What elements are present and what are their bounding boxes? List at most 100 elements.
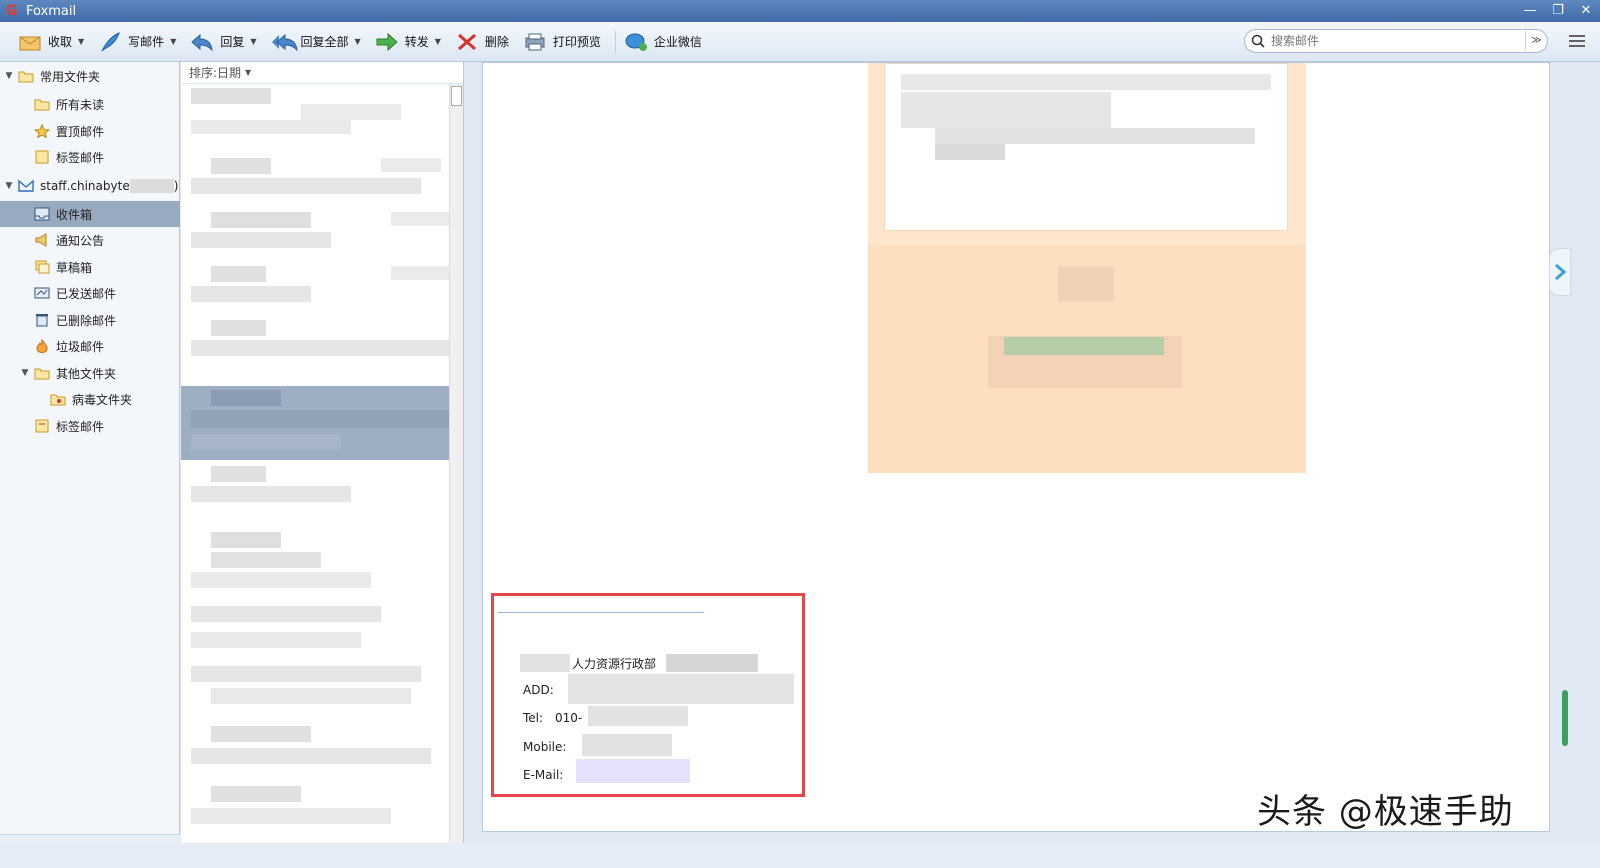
- folder-common[interactable]: ▼ 常用文件夹: [0, 63, 180, 89]
- title-bar: G Foxmail — ❐ ✕: [0, 0, 1600, 22]
- folder-virus[interactable]: 病毒文件夹: [0, 386, 180, 412]
- mail-row[interactable]: [181, 152, 463, 204]
- watermark-text: 头条 @极速手助: [1257, 792, 1514, 832]
- mail-row[interactable]: [181, 316, 463, 368]
- folder-tagged[interactable]: 标签邮件: [0, 144, 180, 170]
- reply-all-arrow-icon: [271, 31, 298, 53]
- receive-button[interactable]: 收取 ▼: [14, 27, 92, 57]
- tag-folder-icon: [34, 150, 50, 164]
- chevron-down-icon[interactable]: ▼: [245, 68, 251, 77]
- masked-button-top: [1004, 337, 1164, 355]
- mail-row[interactable]: [181, 208, 463, 260]
- folder-notices[interactable]: 通知公告: [0, 227, 180, 253]
- side-panel-toggle[interactable]: [1549, 248, 1571, 296]
- delete-x-icon: [455, 31, 479, 53]
- masked-text: [129, 179, 174, 193]
- folder-icon: [34, 366, 50, 380]
- search-input[interactable]: [1271, 34, 1525, 48]
- mail-row[interactable]: [181, 262, 463, 314]
- signature-mobile-label: Mobile:: [523, 740, 567, 754]
- signature-email-label: E-Mail:: [523, 768, 564, 782]
- tag-folder-icon: [34, 419, 50, 433]
- folder-sent[interactable]: 已发送邮件: [0, 280, 180, 306]
- sort-bar[interactable]: 排序:日期 ▼: [181, 62, 463, 84]
- mail-list-scrollbar[interactable]: [449, 84, 463, 868]
- signature-divider: [498, 612, 704, 613]
- reply-button[interactable]: 回复 ▼: [186, 27, 264, 57]
- folder-tagged-2[interactable]: 标签邮件: [0, 413, 180, 439]
- expand-triangle-icon[interactable]: ▼: [20, 368, 30, 378]
- inbox-icon: [34, 207, 50, 221]
- signature-add-label: ADD:: [523, 683, 554, 697]
- chevron-down-icon[interactable]: ▼: [435, 37, 441, 46]
- account-node[interactable]: ▼ staff.chinabyte ): [0, 173, 180, 199]
- expand-triangle-icon[interactable]: ▼: [4, 71, 14, 81]
- mail-row[interactable]: [181, 462, 463, 514]
- fire-icon: [34, 338, 50, 354]
- folder-drafts[interactable]: 草稿箱: [0, 254, 180, 280]
- folder-all-unread[interactable]: 所有未读: [0, 91, 180, 117]
- forward-arrow-icon: [375, 31, 399, 53]
- mail-row[interactable]: [181, 602, 463, 654]
- chevron-down-icon[interactable]: ▼: [250, 37, 256, 46]
- status-bar: [0, 843, 1600, 868]
- delete-button[interactable]: 删除: [451, 27, 517, 57]
- trash-icon: [34, 313, 50, 327]
- hamburger-menu-icon[interactable]: [1568, 33, 1586, 49]
- search-dropdown-icon[interactable]: ≫: [1525, 31, 1547, 51]
- star-icon: [33, 123, 51, 139]
- expand-triangle-icon[interactable]: ▼: [4, 181, 14, 191]
- reply-arrow-icon: [190, 31, 214, 53]
- chat-bubble-icon: [624, 31, 648, 53]
- mail-row[interactable]: [181, 662, 463, 714]
- drafts-icon: [34, 260, 50, 274]
- mail-row[interactable]: [181, 86, 463, 138]
- foxmail-logo-icon: G: [6, 3, 18, 19]
- account-mail-icon: [18, 179, 34, 193]
- mail-row[interactable]: [181, 782, 463, 834]
- chevron-down-icon[interactable]: ▼: [355, 37, 361, 46]
- mail-row[interactable]: [181, 528, 463, 588]
- folder-sidebar: ▼ 常用文件夹 所有未读 置顶邮件 标签邮件 ▼ staff.chinabyte…: [0, 62, 180, 868]
- masked-card: [884, 63, 1288, 231]
- envelope-icon: [18, 31, 42, 53]
- virus-folder-icon: [50, 392, 66, 406]
- sent-icon: [34, 286, 50, 300]
- close-icon[interactable]: ✕: [1578, 3, 1594, 19]
- restore-icon[interactable]: ❐: [1550, 3, 1566, 19]
- mail-row[interactable]: [181, 722, 463, 774]
- folder-other[interactable]: ▼ 其他文件夹: [0, 360, 180, 386]
- folder-icon: [18, 69, 34, 83]
- masked-image: [868, 63, 1306, 473]
- forward-button[interactable]: 转发 ▼: [371, 27, 449, 57]
- signature-department: 人力资源行政部: [572, 657, 657, 671]
- folder-icon: [34, 97, 50, 111]
- toolbar-separator: [614, 30, 616, 53]
- app-title: Foxmail: [26, 3, 77, 19]
- compose-button[interactable]: 写邮件 ▼: [94, 27, 184, 57]
- signature-tel-value: 010-: [555, 711, 583, 725]
- reply-all-button[interactable]: 回复全部 ▼: [267, 27, 369, 57]
- search-box[interactable]: ≫: [1244, 29, 1548, 53]
- chevron-down-icon[interactable]: ▼: [170, 37, 176, 46]
- folder-pinned[interactable]: 置顶邮件: [0, 118, 180, 144]
- minimize-icon[interactable]: —: [1522, 3, 1538, 19]
- mail-row-selected[interactable]: [181, 386, 463, 460]
- signature-highlight-box: 人力资源行政部 ADD: Tel: 010- Mobile: E-Mail:: [491, 593, 805, 797]
- window-controls: — ❐ ✕: [1522, 0, 1594, 22]
- wechat-work-button[interactable]: 企业微信: [620, 27, 710, 57]
- folder-deleted[interactable]: 已删除邮件: [0, 307, 180, 333]
- reader-scroll-thumb[interactable]: [1562, 690, 1568, 746]
- feather-pen-icon: [98, 31, 122, 53]
- chevron-down-icon[interactable]: ▼: [78, 37, 84, 46]
- megaphone-icon: [34, 233, 50, 247]
- scroll-thumb[interactable]: [451, 86, 462, 106]
- signature-tel-label: Tel:: [523, 711, 544, 725]
- folder-inbox[interactable]: 收件箱: [0, 201, 180, 227]
- mail-list: 排序:日期 ▼: [181, 62, 464, 868]
- reading-pane: 人力资源行政部 ADD: Tel: 010- Mobile: E-Mail:: [465, 62, 1600, 868]
- mail-body: 人力资源行政部 ADD: Tel: 010- Mobile: E-Mail:: [482, 62, 1550, 832]
- folder-spam[interactable]: 垃圾邮件: [0, 333, 180, 359]
- printer-icon: [523, 31, 547, 53]
- print-preview-button[interactable]: 打印预览: [519, 27, 609, 57]
